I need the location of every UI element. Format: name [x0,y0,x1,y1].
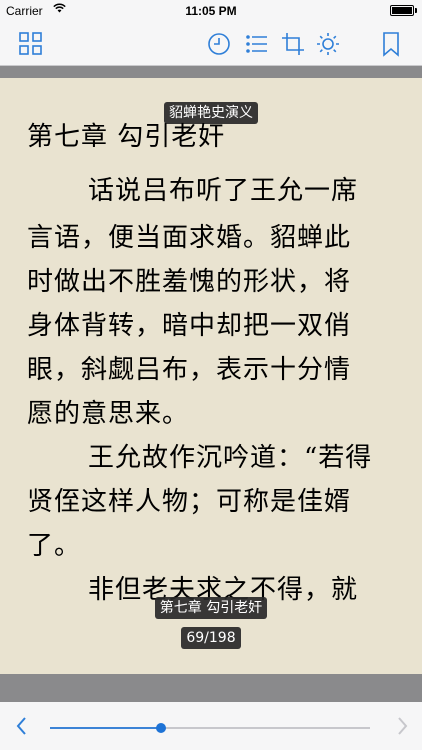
crop-icon[interactable] [280,31,306,57]
text-line: 言语，便当面求婚。貂蝉此 [27,223,352,253]
page-number-label: 69/198 [181,627,241,649]
chapter-heading: 第七章 勾引老奸 [27,122,226,152]
page-navigation-bar [0,702,422,750]
brightness-icon[interactable] [315,31,341,57]
text-line: 贤侄这样人物；可称是佳婿 [27,487,352,517]
text-line: 身体背转，暗中却把一双俏 [27,311,352,341]
status-bar: Carrier 11:05 PM [0,0,422,22]
text-line: 愿的意思来。 [27,399,190,429]
bookmark-icon[interactable] [378,31,404,57]
list-icon[interactable] [244,31,270,57]
grid-icon[interactable] [18,31,44,57]
page-top-margin [0,66,422,78]
slider-progress [50,727,162,729]
reader-toolbar [0,22,422,66]
battery-icon [390,5,414,16]
slider-thumb[interactable] [156,723,167,733]
next-page-button[interactable] [392,712,412,740]
footer-chapter-label: 第七章 勾引老奸 [154,597,268,619]
page-slider[interactable] [50,723,370,733]
text-line: 了。 [27,531,82,561]
text-line: 眼，斜觑吕布，表示十分情 [27,355,352,385]
chevron-right-icon [398,717,408,735]
previous-page-button[interactable] [12,712,32,740]
clock-time: 11:05 PM [185,4,237,18]
page-bottom-margin [0,674,422,702]
text-line: 王允故作沉吟道：“若得 [88,443,373,473]
clock-icon[interactable] [206,31,232,57]
text-line: 话说吕布听了王允一席 [88,176,359,206]
chevron-left-icon [16,717,26,735]
text-line: 时做出不胜羞愧的形状，将 [27,267,352,297]
